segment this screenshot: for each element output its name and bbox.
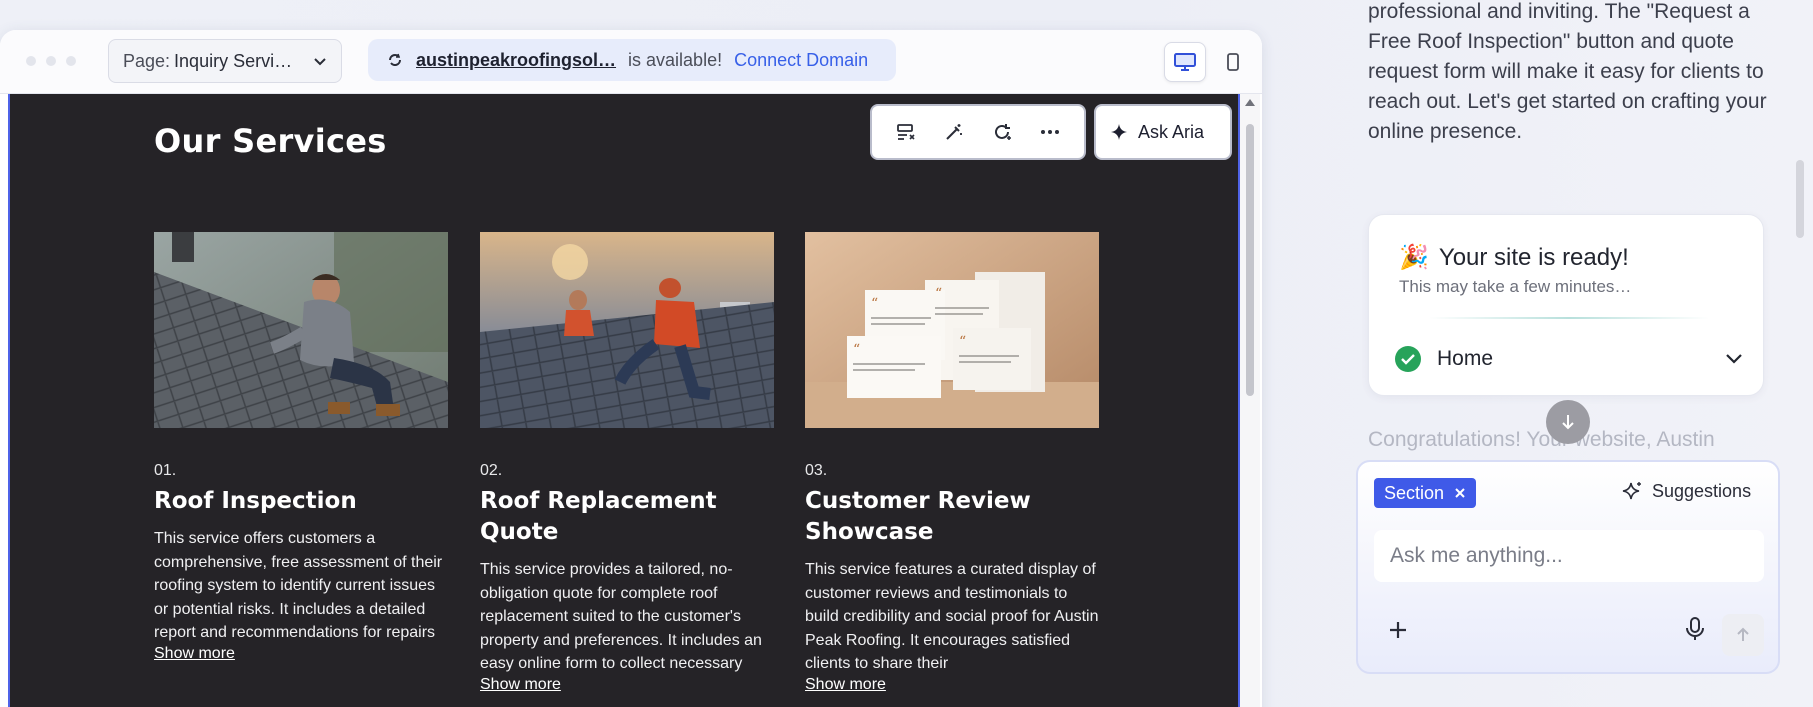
show-more-link[interactable]: Show more bbox=[154, 645, 235, 662]
show-more-link[interactable]: Show more bbox=[480, 676, 561, 693]
chevron-down-icon bbox=[314, 58, 326, 66]
chat-input[interactable] bbox=[1374, 530, 1764, 582]
panel-scrollbar-thumb[interactable] bbox=[1796, 160, 1804, 238]
send-button[interactable] bbox=[1722, 614, 1764, 656]
mobile-icon bbox=[1227, 53, 1239, 71]
roofer-inspecting-image bbox=[154, 232, 448, 428]
site-ready-subtitle: This may take a few minutes… bbox=[1399, 277, 1632, 296]
roofers-working-image bbox=[480, 232, 774, 428]
service-image-roof-inspection[interactable] bbox=[154, 232, 448, 428]
page-status-label: Home bbox=[1437, 347, 1494, 370]
chevron-down-icon[interactable] bbox=[1725, 353, 1743, 365]
assistant-message: professional and inviting. The "Request … bbox=[1368, 0, 1767, 143]
desktop-view-button[interactable] bbox=[1164, 42, 1206, 82]
service-title: Roof Inspection bbox=[154, 488, 357, 514]
view-toggle bbox=[1164, 42, 1254, 82]
regenerate-icon bbox=[995, 124, 1011, 140]
microphone-icon[interactable] bbox=[1684, 616, 1706, 642]
service-title: Customer Review Showcase bbox=[805, 488, 1031, 545]
page-selector-prefix: Page: bbox=[123, 50, 171, 71]
magic-brush-icon bbox=[946, 124, 962, 140]
service-card: 02. Roof Replacement Quote This service … bbox=[480, 232, 774, 694]
more-horizontal-icon bbox=[1041, 130, 1059, 134]
service-description: This service features a curated display … bbox=[805, 561, 1099, 672]
close-icon[interactable] bbox=[1454, 487, 1466, 499]
check-circle-icon bbox=[1395, 346, 1421, 372]
domain-name-link[interactable]: austinpeakroofingsol… bbox=[416, 50, 616, 71]
domain-availability-text: is available! bbox=[628, 49, 723, 70]
site-ready-title: 🎉 Your site is ready! bbox=[1399, 243, 1629, 272]
svg-text:“: “ bbox=[935, 286, 942, 302]
service-description: This service offers customers a comprehe… bbox=[154, 530, 443, 641]
layout-button[interactable] bbox=[889, 115, 923, 149]
site-ready-card: 🎉 Your site is ready! This may take a fe… bbox=[1368, 214, 1764, 396]
section-title: Our Services bbox=[154, 122, 387, 160]
service-card: 01. Roof Inspection This service offers … bbox=[154, 232, 448, 663]
service-number: 02. bbox=[480, 462, 503, 479]
design-button[interactable] bbox=[937, 115, 971, 149]
canvas-scrollbar[interactable] bbox=[1240, 94, 1260, 707]
context-chip-section[interactable]: Section bbox=[1374, 478, 1477, 508]
page-selector[interactable]: Page: Inquiry Servi… bbox=[108, 39, 342, 83]
page-status-row-home[interactable]: Home bbox=[1395, 339, 1743, 379]
scroll-to-bottom-button[interactable] bbox=[1546, 400, 1590, 444]
mobile-view-button[interactable] bbox=[1212, 42, 1254, 82]
window-dots bbox=[26, 56, 76, 66]
svg-text:“: “ bbox=[871, 296, 878, 312]
domain-banner: austinpeakroofingsol… is available! Conn… bbox=[368, 39, 896, 81]
scroll-up-arrow[interactable] bbox=[1245, 99, 1255, 106]
section-toolbar bbox=[870, 104, 1086, 160]
sparkle-icon bbox=[1111, 124, 1127, 140]
more-options-button[interactable] bbox=[1033, 115, 1067, 149]
party-popper-icon: 🎉 bbox=[1399, 244, 1429, 271]
ask-aria-label: Ask Aria bbox=[1138, 121, 1205, 142]
site-ready-text: Your site is ready! bbox=[1438, 243, 1629, 271]
editor-topbar: Page: Inquiry Servi… austinpeakroofingso… bbox=[0, 30, 1262, 94]
ask-aria-button[interactable]: Ask Aria bbox=[1094, 104, 1232, 160]
layout-icon bbox=[897, 124, 915, 140]
suggestions-button[interactable]: Suggestions bbox=[1622, 480, 1751, 502]
service-image-roof-replacement[interactable] bbox=[480, 232, 774, 428]
svg-text:“: “ bbox=[959, 334, 966, 350]
arrow-up-icon bbox=[1737, 627, 1749, 641]
service-description: This service provides a tailored, no-obl… bbox=[480, 561, 762, 672]
service-title: Roof Replacement Quote bbox=[480, 488, 717, 545]
refresh-link-icon bbox=[389, 53, 401, 66]
context-chip-label: Section bbox=[1384, 482, 1445, 503]
connect-domain-link[interactable]: Connect Domain bbox=[734, 50, 868, 71]
service-image-customer-reviews[interactable]: “ “ “ “ bbox=[805, 232, 1099, 428]
regenerate-button[interactable] bbox=[985, 115, 1019, 149]
site-canvas-section[interactable]: Our Services Ask Aria 01. Roof Inspectio… bbox=[8, 94, 1240, 707]
svg-text:“: “ bbox=[853, 342, 860, 358]
plus-icon[interactable] bbox=[1386, 618, 1410, 642]
sparkle-icon bbox=[1622, 482, 1641, 500]
progress-divider bbox=[1429, 317, 1709, 319]
service-number: 01. bbox=[154, 462, 177, 479]
service-number: 03. bbox=[805, 462, 828, 479]
editor-window: Page: Inquiry Servi… austinpeakroofingso… bbox=[0, 30, 1262, 707]
arrow-down-icon bbox=[1562, 415, 1574, 430]
service-card: “ “ “ “ 03. Customer Review Showcase Thi… bbox=[805, 232, 1099, 694]
desktop-icon bbox=[1174, 53, 1196, 71]
review-cards-image: “ “ “ “ bbox=[805, 232, 1099, 428]
show-more-link[interactable]: Show more bbox=[805, 676, 886, 693]
chat-composer: Section Suggestions bbox=[1356, 460, 1780, 674]
assistant-message-faded: Congratulations! Your website, Austin bbox=[1368, 428, 1715, 451]
scrollbar-thumb[interactable] bbox=[1246, 124, 1254, 396]
suggestions-label: Suggestions bbox=[1652, 480, 1752, 501]
page-selector-value: Inquiry Servi… bbox=[174, 50, 293, 71]
